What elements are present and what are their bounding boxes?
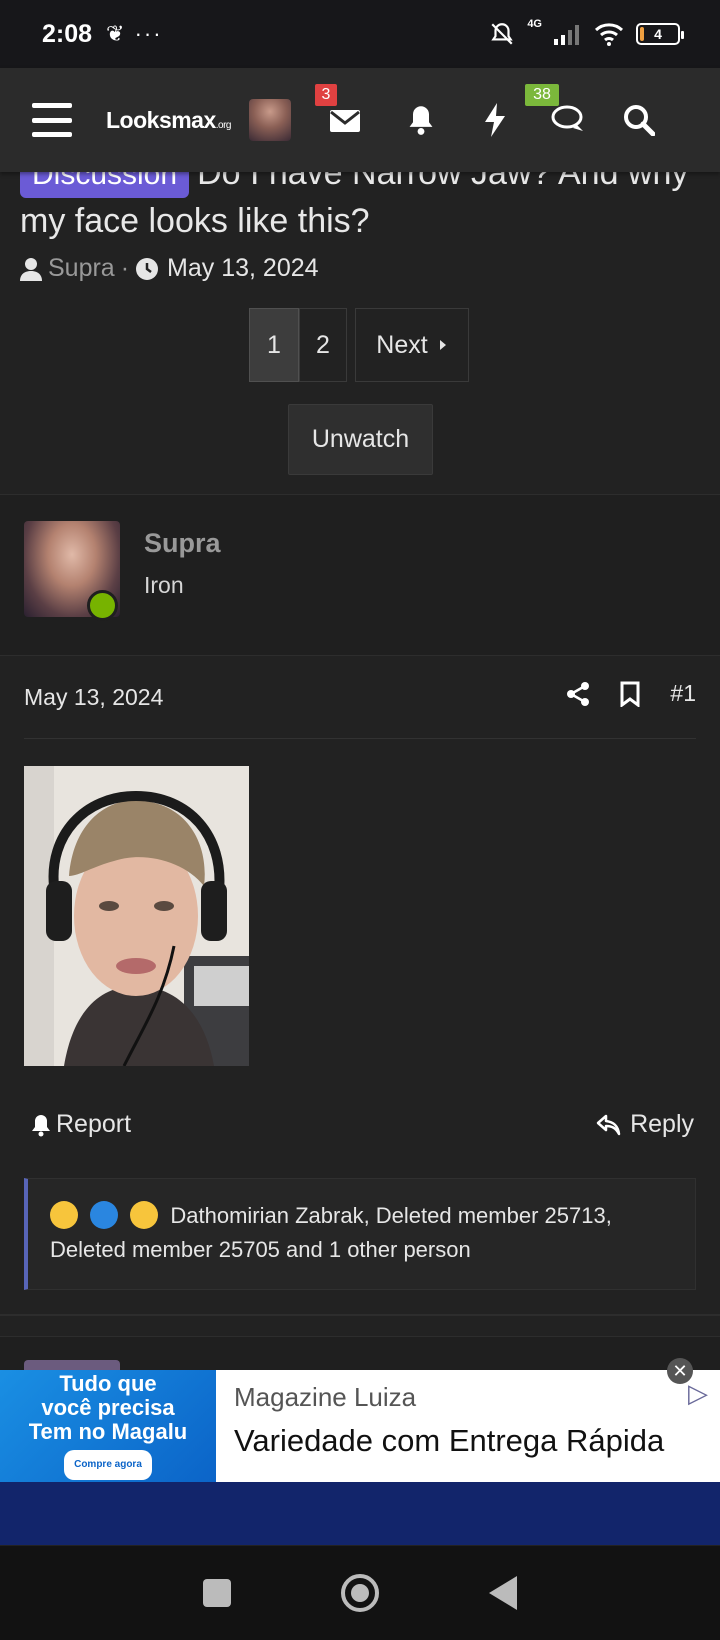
ad-choices-icon[interactable]: ▷: [688, 1378, 708, 1409]
page-1[interactable]: 1: [249, 308, 299, 382]
network-type: 4G: [527, 18, 542, 30]
post-attachment-image[interactable]: [24, 766, 249, 1066]
reply-link[interactable]: Reply: [596, 1110, 694, 1139]
ad-image-line-2: você precisa: [41, 1395, 175, 1420]
laugh-reaction-icon: [50, 1201, 78, 1230]
signal-icon: [554, 25, 579, 45]
inbox-button[interactable]: 3: [315, 84, 365, 140]
battery-icon: 4: [636, 23, 684, 45]
battery-level: 4: [654, 26, 662, 42]
status-bar: 2:08 ❦ ··· 4G 4: [0, 0, 720, 68]
status-right-icons: 4G 4: [489, 18, 684, 47]
app-header: Looksmax.org 3 38: [0, 68, 720, 172]
post-rank: Iron: [144, 572, 184, 598]
conversations-button[interactable]: 38: [525, 84, 589, 140]
ad-advertiser: Magazine Luiza: [234, 1382, 417, 1412]
ad-text: Magazine Luiza Variedade com Entrega Ráp…: [216, 1370, 682, 1482]
back-button[interactable]: [489, 1576, 517, 1610]
report-link[interactable]: Report: [30, 1110, 131, 1139]
bell-icon: [32, 1114, 50, 1136]
online-status-indicator: [87, 590, 118, 621]
reply-icon: [596, 1114, 621, 1135]
ad-image-line-1: Tudo que: [59, 1371, 157, 1396]
post-actions: #1: [566, 680, 696, 707]
post-username[interactable]: Supra: [144, 528, 221, 559]
reply-label: Reply: [630, 1110, 694, 1138]
status-notification-icons: ❦ ···: [106, 21, 163, 46]
ad-image-cta: Compre agora: [64, 1450, 152, 1480]
report-label: Report: [56, 1110, 132, 1138]
sad-reaction-icon: [130, 1201, 159, 1230]
whats-new-button[interactable]: [475, 100, 515, 140]
comments-icon: [551, 105, 583, 131]
share-icon[interactable]: [566, 681, 590, 707]
thread-author[interactable]: Supra: [48, 254, 115, 283]
next-page-button[interactable]: Next: [355, 308, 469, 382]
mute-bell-icon: [491, 23, 514, 45]
clock-icon: [136, 257, 159, 280]
lightning-icon: [485, 103, 505, 137]
ad-container: Tudo que você precisa Tem no Magalu Comp…: [0, 1358, 720, 1545]
search-icon: [624, 105, 655, 136]
meta-separator: ·: [120, 254, 130, 282]
alerts-button[interactable]: [401, 100, 441, 140]
thread-date[interactable]: May 13, 2024: [167, 254, 319, 283]
unwatch-button[interactable]: Unwatch: [288, 404, 433, 475]
search-button[interactable]: [619, 100, 659, 140]
ad-banner[interactable]: Tudo que você precisa Tem no Magalu Comp…: [0, 1370, 720, 1482]
post-divider: [24, 738, 696, 739]
user-icon: [20, 257, 42, 281]
ad-image-line-3: Tem no Magalu: [28, 1419, 188, 1444]
caret-right-icon: [439, 340, 446, 350]
ad-image[interactable]: Tudo que você precisa Tem no Magalu Comp…: [0, 1370, 216, 1482]
inbox-badge: 3: [315, 84, 337, 106]
page-2[interactable]: 2: [299, 308, 347, 382]
logo-suffix: .org: [215, 119, 232, 131]
conversations-badge: 38: [525, 84, 559, 106]
photo-illustration: [24, 766, 249, 1066]
post-number[interactable]: #1: [670, 680, 696, 707]
status-time: 2:08: [42, 19, 93, 48]
post-date[interactable]: May 13, 2024: [24, 684, 163, 711]
bookmark-icon[interactable]: [620, 681, 640, 707]
logo-text: Looksmax: [106, 106, 216, 133]
pagination: 1 2 Next: [249, 308, 469, 382]
recents-button[interactable]: [203, 1579, 231, 1607]
user-avatar[interactable]: [249, 99, 291, 141]
post-user-block: [0, 494, 720, 656]
menu-icon[interactable]: [32, 103, 72, 137]
like-reaction-icon: [90, 1201, 119, 1230]
reactions-bar[interactable]: Dathomirian Zabrak, Deleted member 25713…: [24, 1178, 696, 1290]
next-label: Next: [376, 330, 428, 359]
system-nav-bar: [0, 1546, 720, 1640]
thread-meta: Supra · May 13, 2024: [0, 254, 720, 283]
wifi-icon: [594, 23, 624, 46]
home-button[interactable]: [341, 1574, 379, 1612]
ad-headline[interactable]: Variedade com Entrega Rápida: [234, 1423, 664, 1459]
site-logo[interactable]: Looksmax.org: [106, 106, 232, 134]
post-separator: [0, 1314, 720, 1316]
bell-icon: [409, 106, 433, 135]
inbox-icon: [330, 110, 360, 132]
